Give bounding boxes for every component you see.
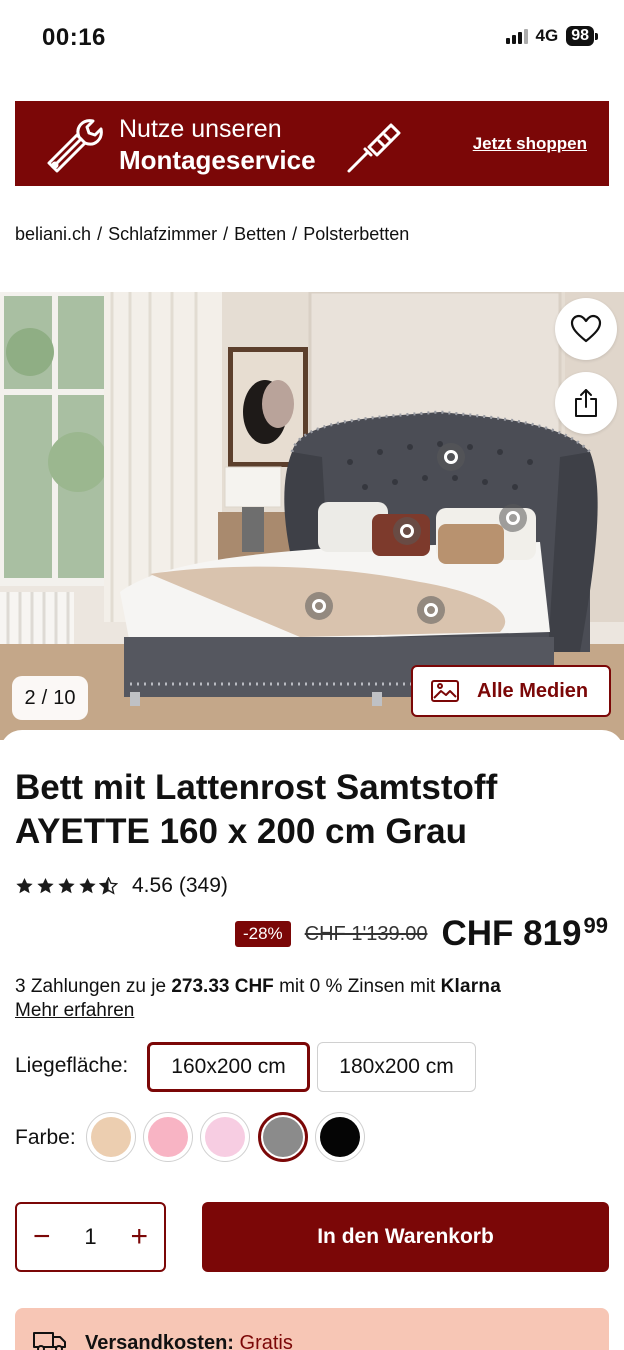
breadcrumb-schlafzimmer[interactable]: Schlafzimmer <box>108 224 217 245</box>
klarna-logo: Klarna <box>440 976 501 997</box>
hotspot-1[interactable] <box>437 443 465 471</box>
product-title: Bett mit Lattenrost Samtstoff AYETTE 160… <box>15 768 498 851</box>
breadcrumb-polsterbetten[interactable]: Polsterbetten <box>303 224 409 245</box>
status-right: 4G 98 <box>505 26 598 46</box>
size-option-160x200[interactable]: 160x200 cm <box>147 1042 310 1092</box>
shipping-value: Gratis <box>239 1332 293 1350</box>
rating-count: (349) <box>178 874 228 897</box>
status-time: 00:16 <box>42 24 106 51</box>
swatch-fill <box>205 1117 245 1157</box>
signal-icon <box>505 28 528 44</box>
shipping-text: Versandkosten: Gratis <box>85 1332 293 1350</box>
hotspot-3[interactable] <box>499 504 527 532</box>
quantity-value[interactable]: 1 <box>84 1224 96 1250</box>
heart-icon <box>570 314 602 343</box>
star-icon <box>37 877 54 894</box>
size-option-180x200[interactable]: 180x200 cm <box>317 1042 476 1092</box>
breadcrumb-home[interactable]: beliani.ch <box>15 224 91 245</box>
color-swatch-black[interactable] <box>315 1112 365 1162</box>
quantity-stepper: − 1 + <box>15 1202 166 1272</box>
current-price: CHF 819 99 <box>441 914 608 954</box>
shipping-label: Versandkosten: <box>85 1332 234 1350</box>
battery-level: 98 <box>566 26 594 46</box>
gallery-counter: 2 / 10 <box>12 676 88 720</box>
screwdriver-icon <box>347 123 401 173</box>
size-label: Liegefläche: <box>15 1054 129 1077</box>
color-swatch-light-pink[interactable] <box>200 1112 250 1162</box>
quantity-increase-button[interactable]: + <box>130 1222 148 1252</box>
star-icon <box>79 877 96 894</box>
swatch-fill <box>148 1117 188 1157</box>
breadcrumb-separator: / <box>292 224 298 244</box>
wrench-icon <box>47 119 103 173</box>
breadcrumb-separator: / <box>223 224 229 244</box>
color-swatch-pink[interactable] <box>143 1112 193 1162</box>
add-to-cart-button[interactable]: In den Warenkorb <box>202 1202 609 1272</box>
klarna-prefix: 3 Zahlungen zu je <box>15 976 167 997</box>
breadcrumb: beliani.ch / Schlafzimmer / Betten / Pol… <box>15 224 409 245</box>
rating-value: 4.56 <box>132 874 173 897</box>
price-main: CHF 819 <box>441 914 582 953</box>
promo-banner[interactable]: Nutze unseren Montageservice Jetzt shopp… <box>15 101 609 186</box>
price-row: -28% CHF 1'139.00 CHF 819 99 <box>234 914 608 954</box>
star-icon <box>58 877 75 894</box>
quantity-decrease-button[interactable]: − <box>33 1222 51 1252</box>
status-bar: 00:16 4G 98 <box>0 0 624 74</box>
hotspot-4[interactable] <box>305 592 333 620</box>
hotspot-2[interactable] <box>393 517 421 545</box>
all-media-label: Alle Medien <box>477 679 589 702</box>
breadcrumb-separator: / <box>97 224 103 244</box>
star-rating <box>15 877 118 895</box>
counter-current: 2 <box>24 686 36 709</box>
truck-icon <box>33 1332 66 1350</box>
swatch-fill <box>320 1117 360 1157</box>
klarna-info: 3 Zahlungen zu je 273.33 CHF mit 0 % Zin… <box>15 975 615 1023</box>
counter-total: 10 <box>53 686 76 709</box>
counter-separator: / <box>41 686 48 709</box>
image-icon <box>431 680 459 702</box>
shipping-info: Versandkosten: Gratis <box>15 1308 609 1350</box>
product-rating[interactable]: 4.56 (349) <box>15 874 228 898</box>
star-icon <box>16 877 33 894</box>
color-swatch-grey[interactable] <box>258 1112 308 1162</box>
promo-line-2: Montageservice <box>119 145 316 175</box>
discount-badge: -28% <box>234 921 291 947</box>
breadcrumb-betten[interactable]: Betten <box>234 224 286 245</box>
promo-shop-link[interactable]: Jetzt shoppen <box>473 134 587 154</box>
wishlist-button[interactable] <box>555 298 617 360</box>
swatch-fill <box>263 1117 303 1157</box>
hotspot-5[interactable] <box>417 596 445 624</box>
network-type: 4G <box>535 26 559 45</box>
star-half-icon <box>99 877 118 895</box>
product-gallery[interactable]: 2 / 10 Alle Medien <box>0 292 624 740</box>
klarna-more-link[interactable]: Mehr erfahren <box>15 999 134 1023</box>
all-media-button[interactable]: Alle Medien <box>411 665 611 717</box>
price-cents: 99 <box>583 913 608 938</box>
klarna-amount: 273.33 CHF <box>171 976 274 997</box>
share-icon <box>575 389 597 417</box>
battery-icon: 98 <box>566 26 598 46</box>
klarna-suffix: mit 0 % Zinsen mit <box>279 976 436 997</box>
share-button[interactable] <box>555 372 617 434</box>
color-label: Farbe: <box>15 1126 76 1149</box>
swatch-fill <box>91 1117 131 1157</box>
product-details: Bett mit Lattenrost Samtstoff AYETTE 160… <box>0 730 624 1350</box>
color-swatch-beige[interactable] <box>86 1112 136 1162</box>
promo-line-1: Nutze unseren <box>119 115 282 143</box>
old-price: CHF 1'139.00 <box>304 922 428 945</box>
